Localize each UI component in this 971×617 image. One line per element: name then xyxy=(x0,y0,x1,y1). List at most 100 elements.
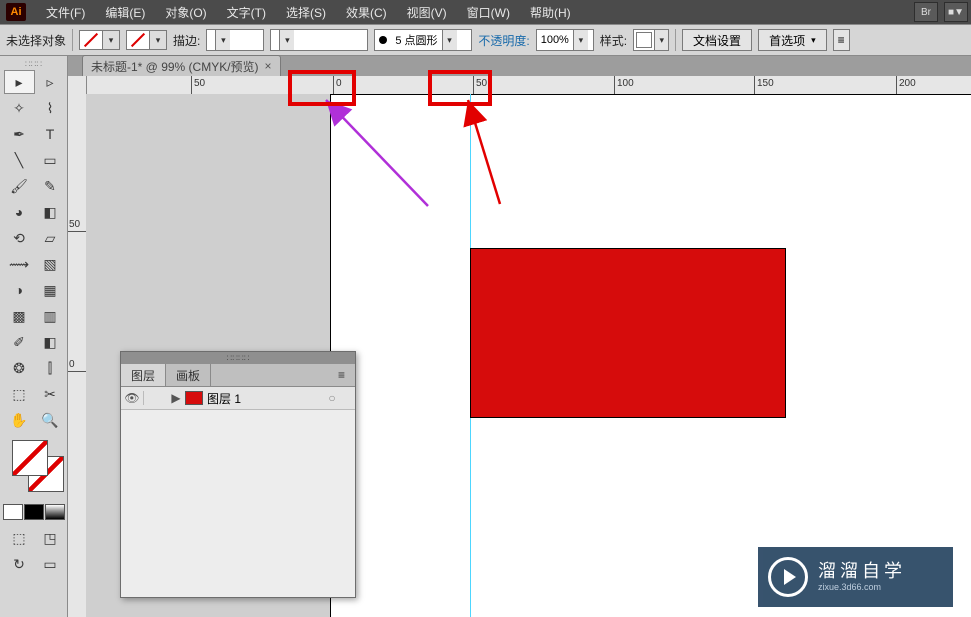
layers-panel[interactable]: ∷∷∷∷ 图层 画板 ≡ 👁 ▶ 图层 1 ○ xyxy=(120,351,356,598)
fill-stroke-swatch[interactable] xyxy=(10,438,58,486)
brush-style-value: 5 点圆形 xyxy=(391,32,441,48)
stroke-swatch-caret[interactable]: ▾ xyxy=(150,30,167,50)
document-tab[interactable]: 未标题-1* @ 99% (CMYK/预览) × xyxy=(82,55,281,76)
toolgrid: ▸ ▹ ✧ ⌇ ✒ T ╲ ▭ 🖌 ✎ ◕ ◧ ⟲ ▱ ⟿ ▧ ◑ ▦ ▩ ▥ … xyxy=(4,70,64,432)
opacity-value: 100% xyxy=(537,34,573,46)
stroke-width-dd[interactable]: ▾ xyxy=(206,29,264,51)
chevron-down-icon[interactable]: ▾ xyxy=(279,30,294,50)
menu-object[interactable]: 对象(O) xyxy=(155,0,216,24)
workspace: ∷∷∷ ▸ ▹ ✧ ⌇ ✒ T ╲ ▭ 🖌 ✎ ◕ ◧ ⟲ ▱ ⟿ ▧ ◑ ▦ … xyxy=(0,56,971,617)
options-bar: 未选择对象 ▾ ▾ 描边: ▾ ▾ 5 点圆形▾ 不透明度: 100%▾ 样式:… xyxy=(0,24,971,56)
fill-swatch-caret[interactable]: ▾ xyxy=(103,30,120,50)
fill-swatch[interactable] xyxy=(79,30,103,50)
menu-window[interactable]: 窗口(W) xyxy=(457,0,520,24)
paintbrush-tool[interactable]: 🖌 xyxy=(4,174,35,198)
width-tool[interactable]: ⟿ xyxy=(4,252,35,276)
stroke-swatch[interactable] xyxy=(126,30,150,50)
scale-tool[interactable]: ▱ xyxy=(35,226,66,250)
target-icon[interactable]: ○ xyxy=(323,391,341,405)
docsetup-button[interactable]: 文档设置 xyxy=(682,29,752,51)
direct-selection-tool[interactable]: ▹ xyxy=(35,70,66,94)
menu-effect[interactable]: 效果(C) xyxy=(336,0,397,24)
chevron-down-icon[interactable]: ▾ xyxy=(215,30,230,50)
panel-grip[interactable]: ∷∷∷∷ xyxy=(121,352,355,364)
menu-select[interactable]: 选择(S) xyxy=(276,0,336,24)
ruler-tick-label: 0 xyxy=(69,359,75,370)
eyedropper-tool[interactable]: ✐ xyxy=(4,330,35,354)
symbol-sprayer-tool[interactable]: ❂ xyxy=(4,356,35,380)
ruler-tick-label: 150 xyxy=(757,78,774,89)
chevron-down-icon[interactable]: ▾ xyxy=(573,30,588,50)
selection-tool[interactable]: ▸ xyxy=(4,70,35,94)
ruler-tick-label: 50 xyxy=(69,219,80,230)
draw-normal[interactable]: ⬚ xyxy=(4,526,35,550)
tab-artboards[interactable]: 画板 xyxy=(166,364,211,386)
watermark-title: 溜溜自学 xyxy=(818,561,906,583)
fill-big-swatch[interactable] xyxy=(12,440,48,476)
pen-tool[interactable]: ✒ xyxy=(4,122,35,146)
type-tool[interactable]: T xyxy=(35,122,66,146)
mesh-tool[interactable]: ▩ xyxy=(4,304,35,328)
fill-swatch-group[interactable]: ▾ xyxy=(79,30,120,50)
mode-gradient[interactable] xyxy=(45,504,65,520)
graphic-style-dd[interactable]: ▾ xyxy=(633,29,669,51)
shape-builder-tool[interactable]: ◑ xyxy=(4,278,35,302)
close-icon[interactable]: × xyxy=(265,59,272,73)
chevron-down-icon[interactable]: ▾ xyxy=(442,30,457,50)
blob-brush-tool[interactable]: ◕ xyxy=(4,200,35,224)
panel-menu-button[interactable]: ≡ xyxy=(833,29,850,51)
brush-dd[interactable]: ▾ xyxy=(270,29,368,51)
prefs-button[interactable]: 首选项▾ xyxy=(758,29,827,51)
artboard-tool[interactable]: ⬚ xyxy=(4,382,35,406)
eraser-tool[interactable]: ◧ xyxy=(35,200,66,224)
bridge-button[interactable]: Br xyxy=(914,2,938,22)
prefs-label: 首选项 xyxy=(769,32,805,49)
hand-tool[interactable]: ✋ xyxy=(4,408,35,432)
draw-behind[interactable]: ◳ xyxy=(35,526,66,550)
panel-menu-icon[interactable]: ≡ xyxy=(328,364,355,386)
slice-tool[interactable]: ✂ xyxy=(35,382,66,406)
vertical-ruler[interactable]: 50 0 xyxy=(68,76,87,617)
arrange-button[interactable]: ■▼ xyxy=(944,2,968,22)
menu-type[interactable]: 文字(T) xyxy=(217,0,276,24)
mode-normal[interactable] xyxy=(3,504,23,520)
free-transform-tool[interactable]: ▧ xyxy=(35,252,66,276)
dot-icon xyxy=(379,36,387,44)
extra-tool[interactable]: ▭ xyxy=(35,552,66,576)
magic-wand-tool[interactable]: ✧ xyxy=(4,96,35,120)
menu-edit[interactable]: 编辑(E) xyxy=(95,0,155,24)
mode-fullscreen[interactable] xyxy=(24,504,44,520)
panel-grip[interactable]: ∷∷∷ xyxy=(5,60,63,68)
menu-file[interactable]: 文件(F) xyxy=(36,0,95,24)
pencil-tool[interactable]: ✎ xyxy=(35,174,66,198)
gradient-tool[interactable]: ▥ xyxy=(35,304,66,328)
menubar: Ai 文件(F) 编辑(E) 对象(O) 文字(T) 选择(S) 效果(C) 视… xyxy=(0,0,971,24)
menu-view[interactable]: 视图(V) xyxy=(397,0,457,24)
layer-name[interactable]: 图层 1 xyxy=(207,390,323,407)
stroke-swatch-group[interactable]: ▾ xyxy=(126,30,167,50)
tools-panel: ∷∷∷ ▸ ▹ ✧ ⌇ ✒ T ╲ ▭ 🖌 ✎ ◕ ◧ ⟲ ▱ ⟿ ▧ ◑ ▦ … xyxy=(0,56,68,617)
watermark-url: zixue.3d66.com xyxy=(818,582,906,593)
opacity-dd[interactable]: 100%▾ xyxy=(536,29,594,51)
zoom-tool[interactable]: 🔍 xyxy=(35,408,66,432)
red-rectangle[interactable] xyxy=(470,248,786,418)
layer-row[interactable]: 👁 ▶ 图层 1 ○ xyxy=(121,387,355,410)
rotate-tool[interactable]: ⟲ xyxy=(4,226,35,250)
change-screen-mode[interactable]: ↻ xyxy=(4,552,35,576)
line-tool[interactable]: ╲ xyxy=(4,148,35,172)
color-modes[interactable] xyxy=(3,504,65,520)
perspective-grid-tool[interactable]: ▦ xyxy=(35,278,66,302)
panel-tabs: 图层 画板 ≡ xyxy=(121,364,355,387)
horizontal-ruler[interactable]: 50 0 50 100 150 200 xyxy=(86,76,971,95)
rectangle-tool[interactable]: ▭ xyxy=(35,148,66,172)
opacity-label[interactable]: 不透明度: xyxy=(478,32,529,49)
menu-help[interactable]: 帮助(H) xyxy=(520,0,581,24)
visibility-icon[interactable]: 👁 xyxy=(121,391,144,405)
disclosure-triangle-icon[interactable]: ▶ xyxy=(167,391,185,405)
tab-layers[interactable]: 图层 xyxy=(121,364,166,386)
lasso-tool[interactable]: ⌇ xyxy=(35,96,66,120)
column-graph-tool[interactable]: ⫿ xyxy=(35,356,66,380)
blend-tool[interactable]: ◧ xyxy=(35,330,66,354)
chevron-down-icon[interactable]: ▾ xyxy=(654,30,668,50)
brush-style-dd[interactable]: 5 点圆形▾ xyxy=(374,29,472,51)
